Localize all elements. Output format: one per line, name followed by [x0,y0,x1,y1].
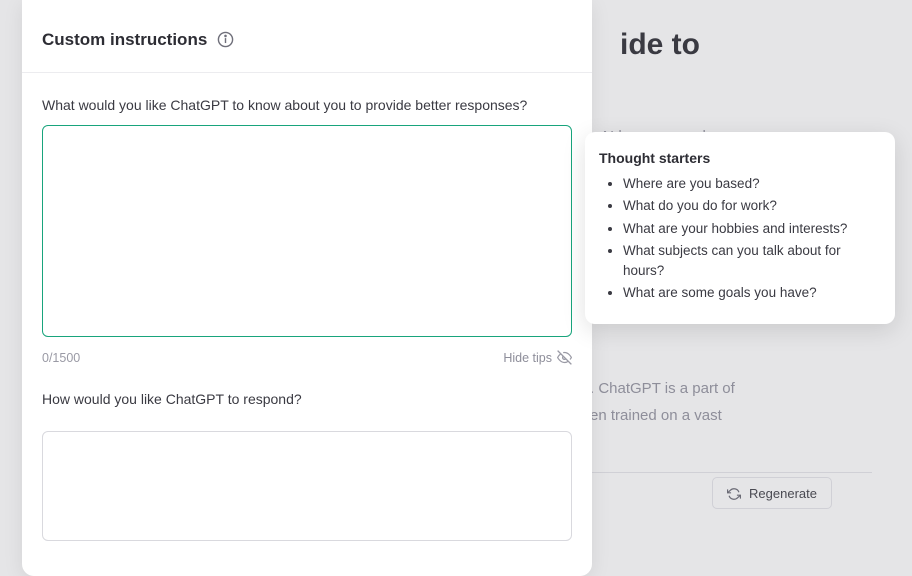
list-item: Where are you based? [623,174,877,194]
tooltip-list: Where are you based? What do you do for … [599,174,877,304]
tooltip-title: Thought starters [599,150,877,166]
modal-header: Custom instructions [22,0,592,73]
list-item: What subjects can you talk about for hou… [623,241,877,282]
hide-tips-button[interactable]: Hide tips [503,350,572,365]
regenerate-button[interactable]: Regenerate [712,477,832,509]
bg-text-line-1: . ChatGPT is a part of [590,380,735,397]
bg-text-line-2: en trained on a vast [590,407,722,424]
modal-title: Custom instructions [42,30,207,50]
respond-input[interactable] [42,431,572,541]
regenerate-label: Regenerate [749,486,817,501]
info-icon[interactable] [217,31,234,49]
about-you-label: What would you like ChatGPT to know abou… [42,97,572,113]
hide-tips-label: Hide tips [503,351,552,365]
input-footer: 0/1500 Hide tips [42,350,572,365]
background-text-block: . ChatGPT is a part of en trained on a v… [590,375,735,429]
char-count: 0/1500 [42,351,80,365]
list-item: What do you do for work? [623,196,877,216]
list-item: What are some goals you have? [623,283,877,303]
eye-off-icon [557,350,572,365]
background-title: ide to [620,28,872,62]
thought-starters-tooltip: Thought starters Where are you based? Wh… [585,132,895,324]
respond-section: How would you like ChatGPT to respond? [42,391,572,546]
refresh-icon [727,485,741,501]
custom-instructions-modal: Custom instructions What would you like … [22,0,592,576]
respond-label: How would you like ChatGPT to respond? [42,391,572,407]
about-you-input[interactable] [42,125,572,337]
list-item: What are your hobbies and interests? [623,219,877,239]
modal-body: What would you like ChatGPT to know abou… [22,73,592,546]
